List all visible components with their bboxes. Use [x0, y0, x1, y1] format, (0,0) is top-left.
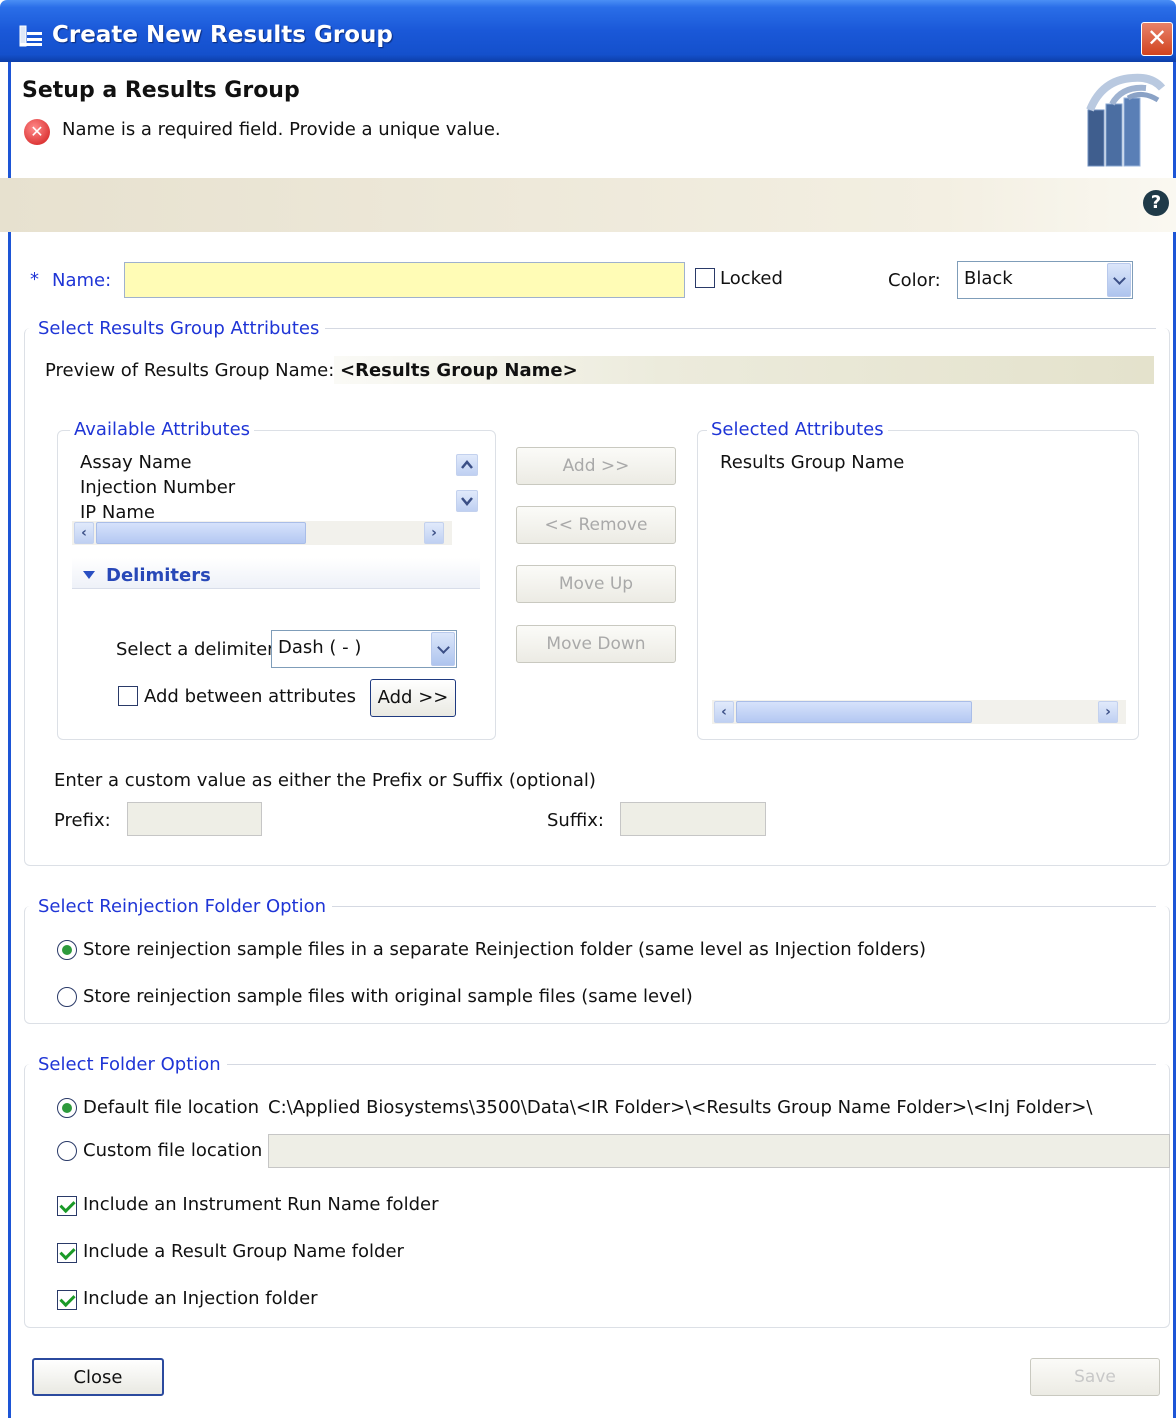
- group-divider: [322, 906, 1156, 907]
- scroll-down-icon[interactable]: [456, 490, 478, 512]
- results-group-logo-icon: [1086, 73, 1166, 167]
- available-hscrollbar[interactable]: ‹ ›: [72, 521, 452, 545]
- reinjection-original-label: Store reinjection sample files with orig…: [83, 986, 693, 1007]
- header-banner: [0, 178, 1176, 232]
- list-item[interactable]: IP Name: [80, 502, 155, 518]
- close-button[interactable]: Close: [32, 1358, 164, 1396]
- list-item[interactable]: Assay Name: [80, 452, 192, 473]
- window-close-button[interactable]: ✕: [1141, 22, 1173, 56]
- error-icon: ✕: [24, 119, 50, 145]
- include-run-name-label: Include an Instrument Run Name folder: [83, 1194, 439, 1215]
- include-injection-checkbox[interactable]: [57, 1290, 77, 1310]
- delimiter-label: Select a delimiter: [116, 639, 275, 660]
- add-attribute-button[interactable]: Add >>: [516, 447, 676, 485]
- preview-value: <Results Group Name>: [340, 360, 578, 381]
- window-title: Create New Results Group: [52, 22, 393, 48]
- reinjection-separate-radio[interactable]: [57, 940, 77, 960]
- move-up-button[interactable]: Move Up: [516, 565, 676, 603]
- delimiter-select-value: Dash ( - ): [278, 637, 362, 658]
- app-icon: [19, 25, 42, 47]
- selected-hscrollbar[interactable]: ‹ ›: [712, 700, 1126, 724]
- available-attributes-list[interactable]: Assay Name Injection Number IP Name: [72, 448, 452, 518]
- delimiters-title: Delimiters: [106, 565, 211, 586]
- scroll-thumb[interactable]: [736, 701, 972, 723]
- custom-location-label: Custom file location: [83, 1140, 263, 1161]
- custom-location-radio[interactable]: [57, 1141, 77, 1161]
- default-location-radio[interactable]: [57, 1098, 77, 1118]
- selected-attributes-panel: [697, 430, 1139, 740]
- attributes-group-title: Select Results Group Attributes: [38, 318, 326, 339]
- custom-location-input[interactable]: [268, 1134, 1170, 1168]
- save-button[interactable]: Save: [1030, 1358, 1160, 1396]
- chevron-down-icon[interactable]: [431, 632, 455, 666]
- default-location-label: Default file location: [83, 1097, 260, 1118]
- add-between-label: Add between attributes: [144, 686, 357, 707]
- scroll-left-icon[interactable]: ‹: [74, 522, 94, 544]
- include-result-group-checkbox[interactable]: [57, 1243, 77, 1263]
- include-injection-label: Include an Injection folder: [83, 1288, 318, 1309]
- chevron-down-icon[interactable]: [1107, 263, 1131, 297]
- help-icon[interactable]: ?: [1143, 190, 1169, 216]
- reinjection-original-radio[interactable]: [57, 987, 77, 1007]
- group-divider: [222, 1064, 1156, 1065]
- scroll-left-icon[interactable]: ‹: [714, 701, 734, 723]
- folder-group-title: Select Folder Option: [38, 1054, 227, 1075]
- title-bar: Create New Results Group: [0, 0, 1176, 62]
- locked-label: Locked: [720, 268, 783, 289]
- scroll-up-icon[interactable]: [456, 454, 478, 476]
- collapse-triangle-icon[interactable]: [82, 570, 96, 580]
- reinjection-group-title: Select Reinjection Folder Option: [38, 896, 333, 917]
- list-item[interactable]: Injection Number: [80, 477, 235, 498]
- list-item[interactable]: Results Group Name: [720, 452, 904, 473]
- include-result-group-label: Include a Result Group Name folder: [83, 1241, 404, 1262]
- scroll-thumb[interactable]: [96, 522, 306, 544]
- color-select[interactable]: Black: [957, 261, 1133, 299]
- prefix-input[interactable]: [127, 802, 262, 836]
- color-select-value: Black: [964, 268, 1013, 289]
- move-down-button[interactable]: Move Down: [516, 625, 676, 663]
- reinjection-separate-label: Store reinjection sample files in a sepa…: [83, 939, 926, 960]
- include-run-name-checkbox[interactable]: [57, 1196, 77, 1216]
- name-label: Name:: [52, 270, 112, 291]
- selected-attributes-title: Selected Attributes: [707, 419, 888, 440]
- preview-label: Preview of Results Group Name:: [45, 360, 335, 381]
- color-label: Color:: [888, 270, 941, 291]
- page-title: Setup a Results Group: [22, 78, 300, 103]
- add-delimiter-button[interactable]: Add >>: [370, 679, 456, 717]
- suffix-label: Suffix:: [547, 810, 604, 831]
- available-attributes-title: Available Attributes: [70, 419, 255, 440]
- name-input[interactable]: [124, 262, 685, 298]
- error-message: Name is a required field. Provide a uniq…: [62, 119, 501, 140]
- scroll-right-icon[interactable]: ›: [424, 522, 444, 544]
- scroll-right-icon[interactable]: ›: [1098, 701, 1118, 723]
- custom-value-label: Enter a custom value as either the Prefi…: [54, 770, 596, 791]
- add-between-checkbox[interactable]: [118, 686, 138, 706]
- remove-attribute-button[interactable]: << Remove: [516, 506, 676, 544]
- delimiter-select[interactable]: Dash ( - ): [271, 630, 457, 668]
- suffix-input[interactable]: [620, 802, 766, 836]
- default-location-path: C:\Applied Biosystems\3500\Data\<IR Fold…: [268, 1097, 1093, 1118]
- group-divider: [316, 328, 1156, 329]
- required-asterisk: *: [30, 269, 39, 290]
- prefix-label: Prefix:: [54, 810, 111, 831]
- locked-checkbox[interactable]: [695, 268, 715, 288]
